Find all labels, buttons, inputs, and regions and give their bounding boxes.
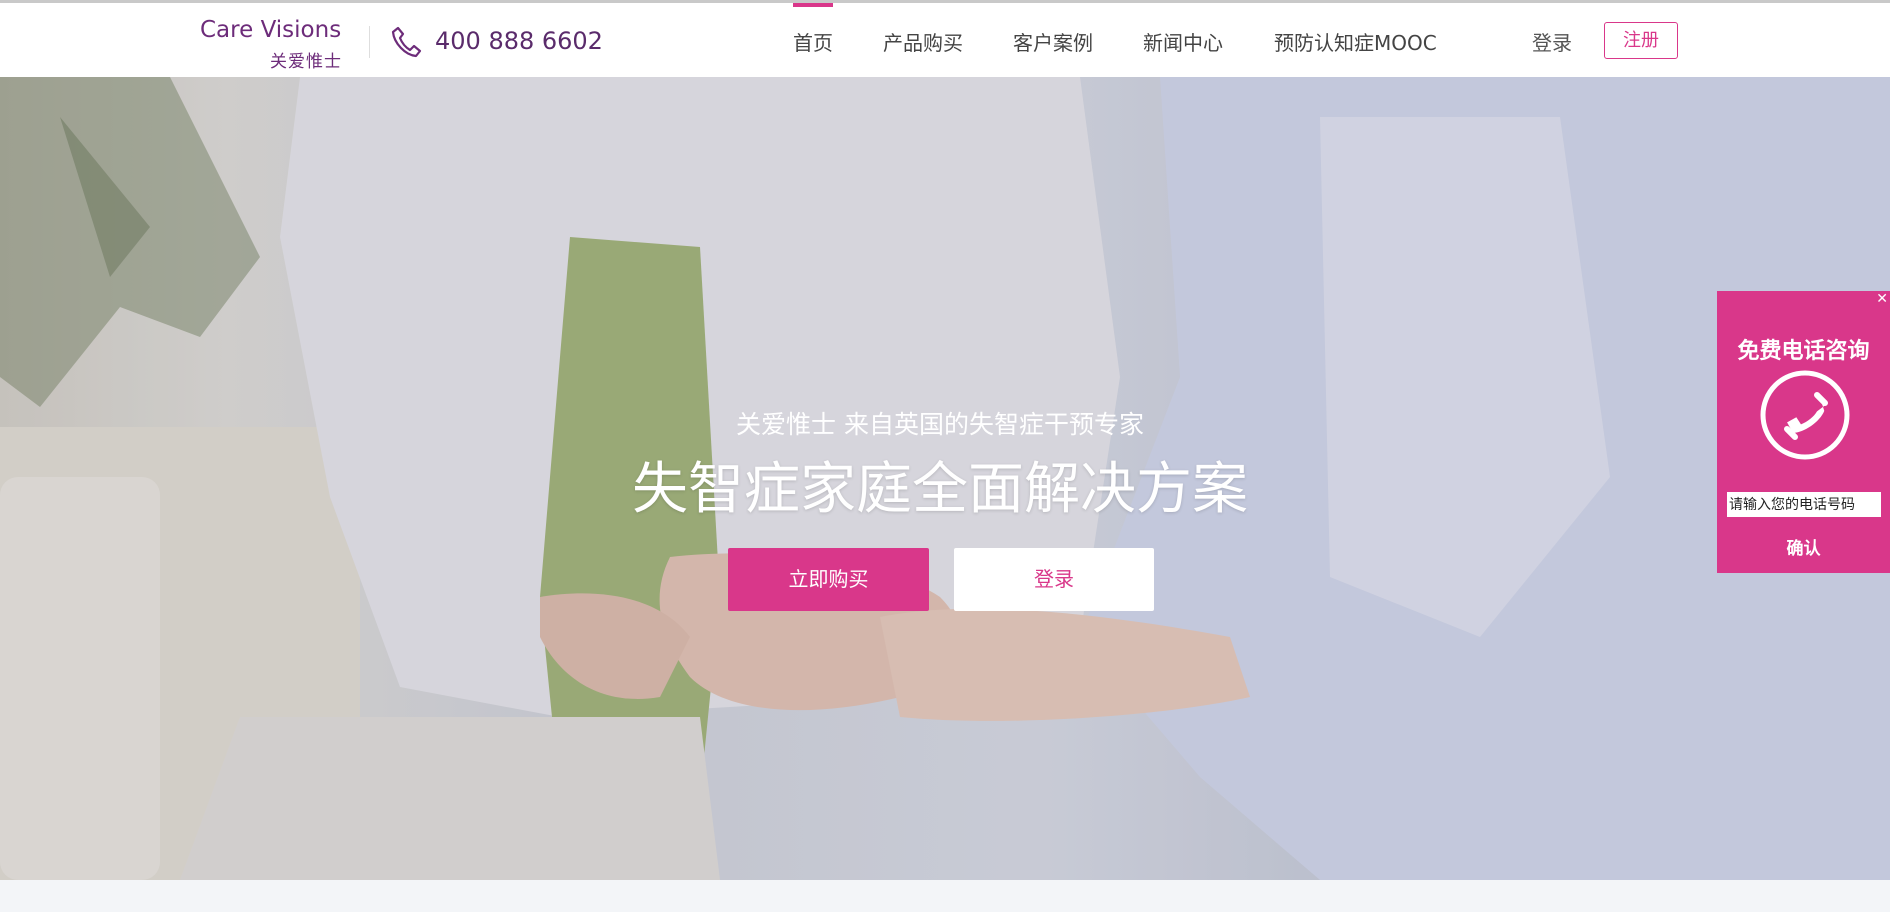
hero-banner: 关爱惟士 来自英国的失智症干预专家 失智症家庭全面解决方案 立即购买 登录 (0, 77, 1890, 880)
phone-consult-widget: ✕ 免费电话咨询 确认 (1717, 291, 1890, 573)
consult-title: 免费电话咨询 (1737, 339, 1870, 364)
phone-icon (391, 26, 422, 58)
hero-subtitle: 关爱惟士 来自英国的失智症干预专家 (736, 410, 1144, 439)
site-header: Care Visions 关爱惟士 400 888 6602 首页 产品购买 客… (0, 3, 1890, 77)
nav-home[interactable]: 首页 (793, 3, 833, 77)
confirm-button[interactable]: 确认 (1717, 534, 1890, 559)
hero-login-button[interactable]: 登录 (954, 548, 1154, 611)
hotline-number: 400 888 6602 (435, 27, 603, 55)
header-divider (369, 26, 370, 58)
register-button[interactable]: 注册 (1604, 22, 1678, 59)
nav-news[interactable]: 新闻中心 (1143, 3, 1223, 77)
buy-now-button[interactable]: 立即购买 (728, 548, 929, 611)
nav-products[interactable]: 产品购买 (883, 3, 963, 77)
telephone-handset-icon (1760, 370, 1850, 460)
nav-mooc[interactable]: 预防认知症MOOC (1274, 3, 1437, 77)
logo-text-en: Care Visions (200, 17, 342, 43)
phone-number-input[interactable] (1727, 492, 1881, 517)
close-icon[interactable]: ✕ (1876, 291, 1888, 307)
header-login-link[interactable]: 登录 (1532, 27, 1572, 56)
hero-title: 失智症家庭全面解决方案 (632, 457, 1248, 522)
logo-text-cn: 关爱惟士 (270, 52, 342, 72)
nav-cases[interactable]: 客户案例 (1013, 3, 1093, 77)
logo[interactable]: Care Visions 关爱惟士 (200, 13, 352, 72)
